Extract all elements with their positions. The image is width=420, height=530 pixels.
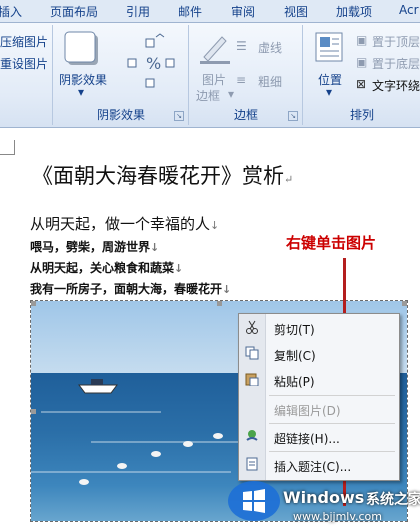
tab-insert[interactable]: 插入 [0, 3, 22, 20]
svg-text:%: % [146, 54, 161, 73]
windows-logo-icon [228, 481, 280, 521]
bring-to-front-icon: ▣ [356, 33, 368, 47]
dialog-launcher-icon[interactable]: ↘ [174, 111, 184, 121]
caption-icon [246, 457, 258, 471]
poem-line: 喂马，劈柴，周游世界↓ [30, 238, 159, 255]
menu-item-label: 剪切(T) [274, 323, 315, 337]
poem-line-text: 喂马，劈柴，周游世界 [30, 240, 151, 254]
tab-review[interactable]: 审阅 [231, 3, 255, 20]
poem-line: 从明天起，关心粮食和蔬菜↓ [30, 259, 183, 276]
chevron-down-icon: ▾ [228, 87, 235, 101]
shadow-effects-icon [64, 31, 98, 65]
wave [31, 471, 231, 473]
context-menu: 剪切(T) 复制(C) 粘贴(P) 编辑图片(D) 超链接(H)... 插入题注… [238, 313, 400, 481]
document-title: 《面朝大海春暖花开》赏析↵ [32, 160, 293, 190]
watermark-site: 系统之家 [366, 492, 420, 508]
resize-handle[interactable] [217, 301, 222, 306]
menu-item-hyperlink[interactable]: 超链接(H)... [239, 425, 399, 449]
bring-to-front-button[interactable]: 置于顶层 [372, 33, 420, 50]
paste-icon [245, 373, 259, 386]
buoy [79, 479, 89, 485]
poem-line-text: 从明天起，关心粮食和蔬菜 [30, 261, 175, 275]
poem-line: 我有一所房子，面朝大海，春暖花开↓ [30, 280, 231, 297]
resize-handle[interactable] [31, 409, 36, 414]
ruler-gap [0, 128, 420, 140]
group-adjust: 压缩图片 重设图片 [0, 25, 53, 125]
tab-addins[interactable]: 加载项 [336, 3, 372, 20]
menu-item-label: 编辑图片(D) [274, 404, 341, 418]
line-break-mark: ↓ [222, 283, 232, 296]
ribbon: 压缩图片 重设图片 阴影效果 ▾ % 阴影效果 ↘ 图片 边框 ▾ ☰ 虚线 ≡… [0, 23, 420, 128]
menu-separator [269, 451, 395, 452]
poem-line: 从明天起，做一个幸福的人↓ [30, 213, 219, 234]
ribbon-tab-bar: 插入 页面布局 引用 邮件 审阅 视图 加载项 Acr [0, 0, 420, 23]
menu-item-cut[interactable]: 剪切(T) [239, 316, 399, 340]
picture-border-line1[interactable]: 图片 [202, 71, 226, 88]
dialog-launcher-icon[interactable]: ↘ [288, 111, 298, 121]
shadow-nudge-icon[interactable]: % [126, 33, 182, 93]
buoy [117, 463, 127, 469]
resize-handle[interactable] [402, 301, 407, 306]
poem-line-text: 从明天起，做一个幸福的人 [30, 215, 211, 233]
menu-item-insert-caption[interactable]: 插入题注(C)... [239, 453, 399, 477]
menu-separator [269, 423, 395, 424]
copy-icon [245, 346, 259, 360]
wave [91, 441, 251, 443]
tab-view[interactable]: 视图 [284, 3, 308, 20]
chevron-down-icon: ▾ [78, 85, 85, 99]
menu-item-label: 粘贴(P) [274, 375, 315, 389]
menu-item-edit-picture: 编辑图片(D) [239, 397, 399, 421]
buoy [183, 441, 193, 447]
boat-icon [78, 379, 118, 394]
tab-references[interactable]: 引用 [126, 3, 150, 20]
document-title-text: 《面朝大海春暖花开》赏析 [32, 164, 284, 188]
tab-mailings[interactable]: 邮件 [178, 3, 202, 20]
group-border: 图片 边框 ▾ ☰ 虚线 ≡ 粗细 边框 ↘ [190, 25, 303, 125]
group-shadow-effects: 阴影效果 ▾ % 阴影效果 ↘ [54, 25, 189, 125]
hyperlink-icon [246, 430, 258, 441]
reset-picture-button[interactable]: 重设图片 [0, 55, 48, 72]
menu-item-label: 复制(C) [274, 349, 316, 363]
watermark: Windows 系统之家 www.bjjmlv.com [213, 476, 420, 528]
text-wrapping-button[interactable]: 文字环绕 [372, 77, 420, 94]
page-corner-mark [0, 140, 15, 155]
menu-item-paste[interactable]: 粘贴(P) [239, 368, 399, 392]
position-icon [315, 32, 343, 62]
watermark-url: www.bjjmlv.com [293, 510, 382, 523]
compress-pictures-button[interactable]: 压缩图片 [0, 33, 48, 50]
menu-item-label: 插入题注(C)... [274, 460, 352, 474]
line-break-mark: ↓ [150, 241, 160, 254]
weight-button[interactable]: 粗细 [258, 73, 282, 90]
send-to-back-button[interactable]: 置于底层 [372, 55, 420, 72]
weight-icon: ≡ [236, 73, 247, 87]
tab-acrobat[interactable]: Acr [399, 3, 419, 17]
watermark-brand: Windows [283, 488, 365, 507]
dashes-button[interactable]: 虚线 [258, 39, 282, 56]
poem-line-text: 我有一所房子，面朝大海，春暖花开 [30, 282, 223, 296]
send-to-back-icon: ▣ [356, 55, 368, 69]
chevron-down-icon: ▾ [326, 85, 333, 99]
dashes-icon: ☰ [236, 39, 247, 53]
menu-separator [269, 395, 395, 396]
group-label-arrange: 排列 [349, 108, 374, 122]
picture-border-line2[interactable]: 边框 [196, 87, 220, 104]
annotation-label: 右键单击图片 [286, 234, 377, 252]
group-label-border: 边框 [233, 108, 258, 122]
wave [41, 411, 161, 413]
resize-handle[interactable] [31, 301, 36, 306]
menu-item-label: 超链接(H)... [274, 432, 340, 446]
menu-item-copy[interactable]: 复制(C) [239, 342, 399, 366]
paragraph-mark: ↵ [284, 173, 294, 186]
buoy [151, 451, 161, 457]
group-arrange: 位置 ▾ ▣ 置于顶层 ▣ 置于底层 ⊠ 文字环绕 排列 [304, 25, 420, 125]
tab-page-layout[interactable]: 页面布局 [50, 3, 98, 20]
scissors-icon [246, 320, 258, 334]
text-wrapping-icon: ⊠ [356, 77, 367, 91]
line-break-mark: ↓ [174, 262, 184, 275]
picture-border-icon [200, 36, 230, 64]
buoy [213, 433, 223, 439]
group-label-shadow: 阴影效果 [96, 108, 145, 122]
line-break-mark: ↓ [210, 219, 220, 232]
